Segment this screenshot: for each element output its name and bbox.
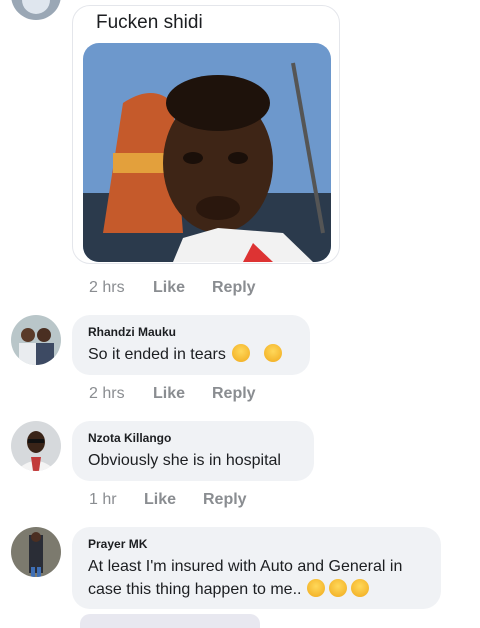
avatar[interactable] bbox=[11, 315, 61, 365]
avatar[interactable] bbox=[11, 421, 61, 471]
comment-bubble: Rhandzi Mauku So it ended in tears bbox=[72, 315, 310, 375]
like-button[interactable]: Like bbox=[144, 491, 176, 509]
joy-emoji bbox=[329, 579, 348, 597]
reply-button[interactable]: Reply bbox=[203, 491, 247, 509]
comment-text: So it ended in tears bbox=[88, 344, 282, 363]
reply-button[interactable]: Reply bbox=[212, 385, 256, 403]
like-button[interactable]: Like bbox=[153, 279, 185, 297]
comment-author[interactable]: Rhandzi Mauku bbox=[88, 325, 294, 339]
like-button[interactable]: Like bbox=[153, 385, 185, 403]
comment-author[interactable]: Prayer MK bbox=[88, 537, 425, 551]
comment-bubble: Nzota Killango Obviously she is in hospi… bbox=[72, 421, 314, 481]
avatar[interactable] bbox=[11, 0, 61, 20]
image-comment: Fucken shidi bbox=[72, 5, 340, 264]
comment-text: Fucken shidi bbox=[96, 12, 203, 33]
rofl-emoji bbox=[263, 344, 282, 362]
comment-text: At least I'm insured with Auto and Gener… bbox=[88, 558, 403, 598]
rofl-emoji bbox=[307, 579, 326, 597]
comment-photo[interactable] bbox=[83, 43, 331, 262]
joy-emoji bbox=[351, 579, 370, 597]
avatar[interactable] bbox=[11, 527, 61, 577]
comment-time[interactable]: 2 hrs bbox=[89, 279, 125, 297]
comment-time[interactable]: 1 hr bbox=[89, 491, 117, 509]
comment-author[interactable]: Nzota Killango bbox=[88, 431, 298, 445]
reply-button[interactable]: Reply bbox=[212, 279, 256, 297]
comment-text: Obviously she is in hospital bbox=[88, 452, 281, 469]
comment-time[interactable]: 2 hrs bbox=[89, 385, 125, 403]
rofl-emoji bbox=[231, 344, 250, 362]
comment-bubble: Prayer MK At least I'm insured with Auto… bbox=[72, 527, 441, 609]
next-comment-preview bbox=[80, 614, 260, 628]
